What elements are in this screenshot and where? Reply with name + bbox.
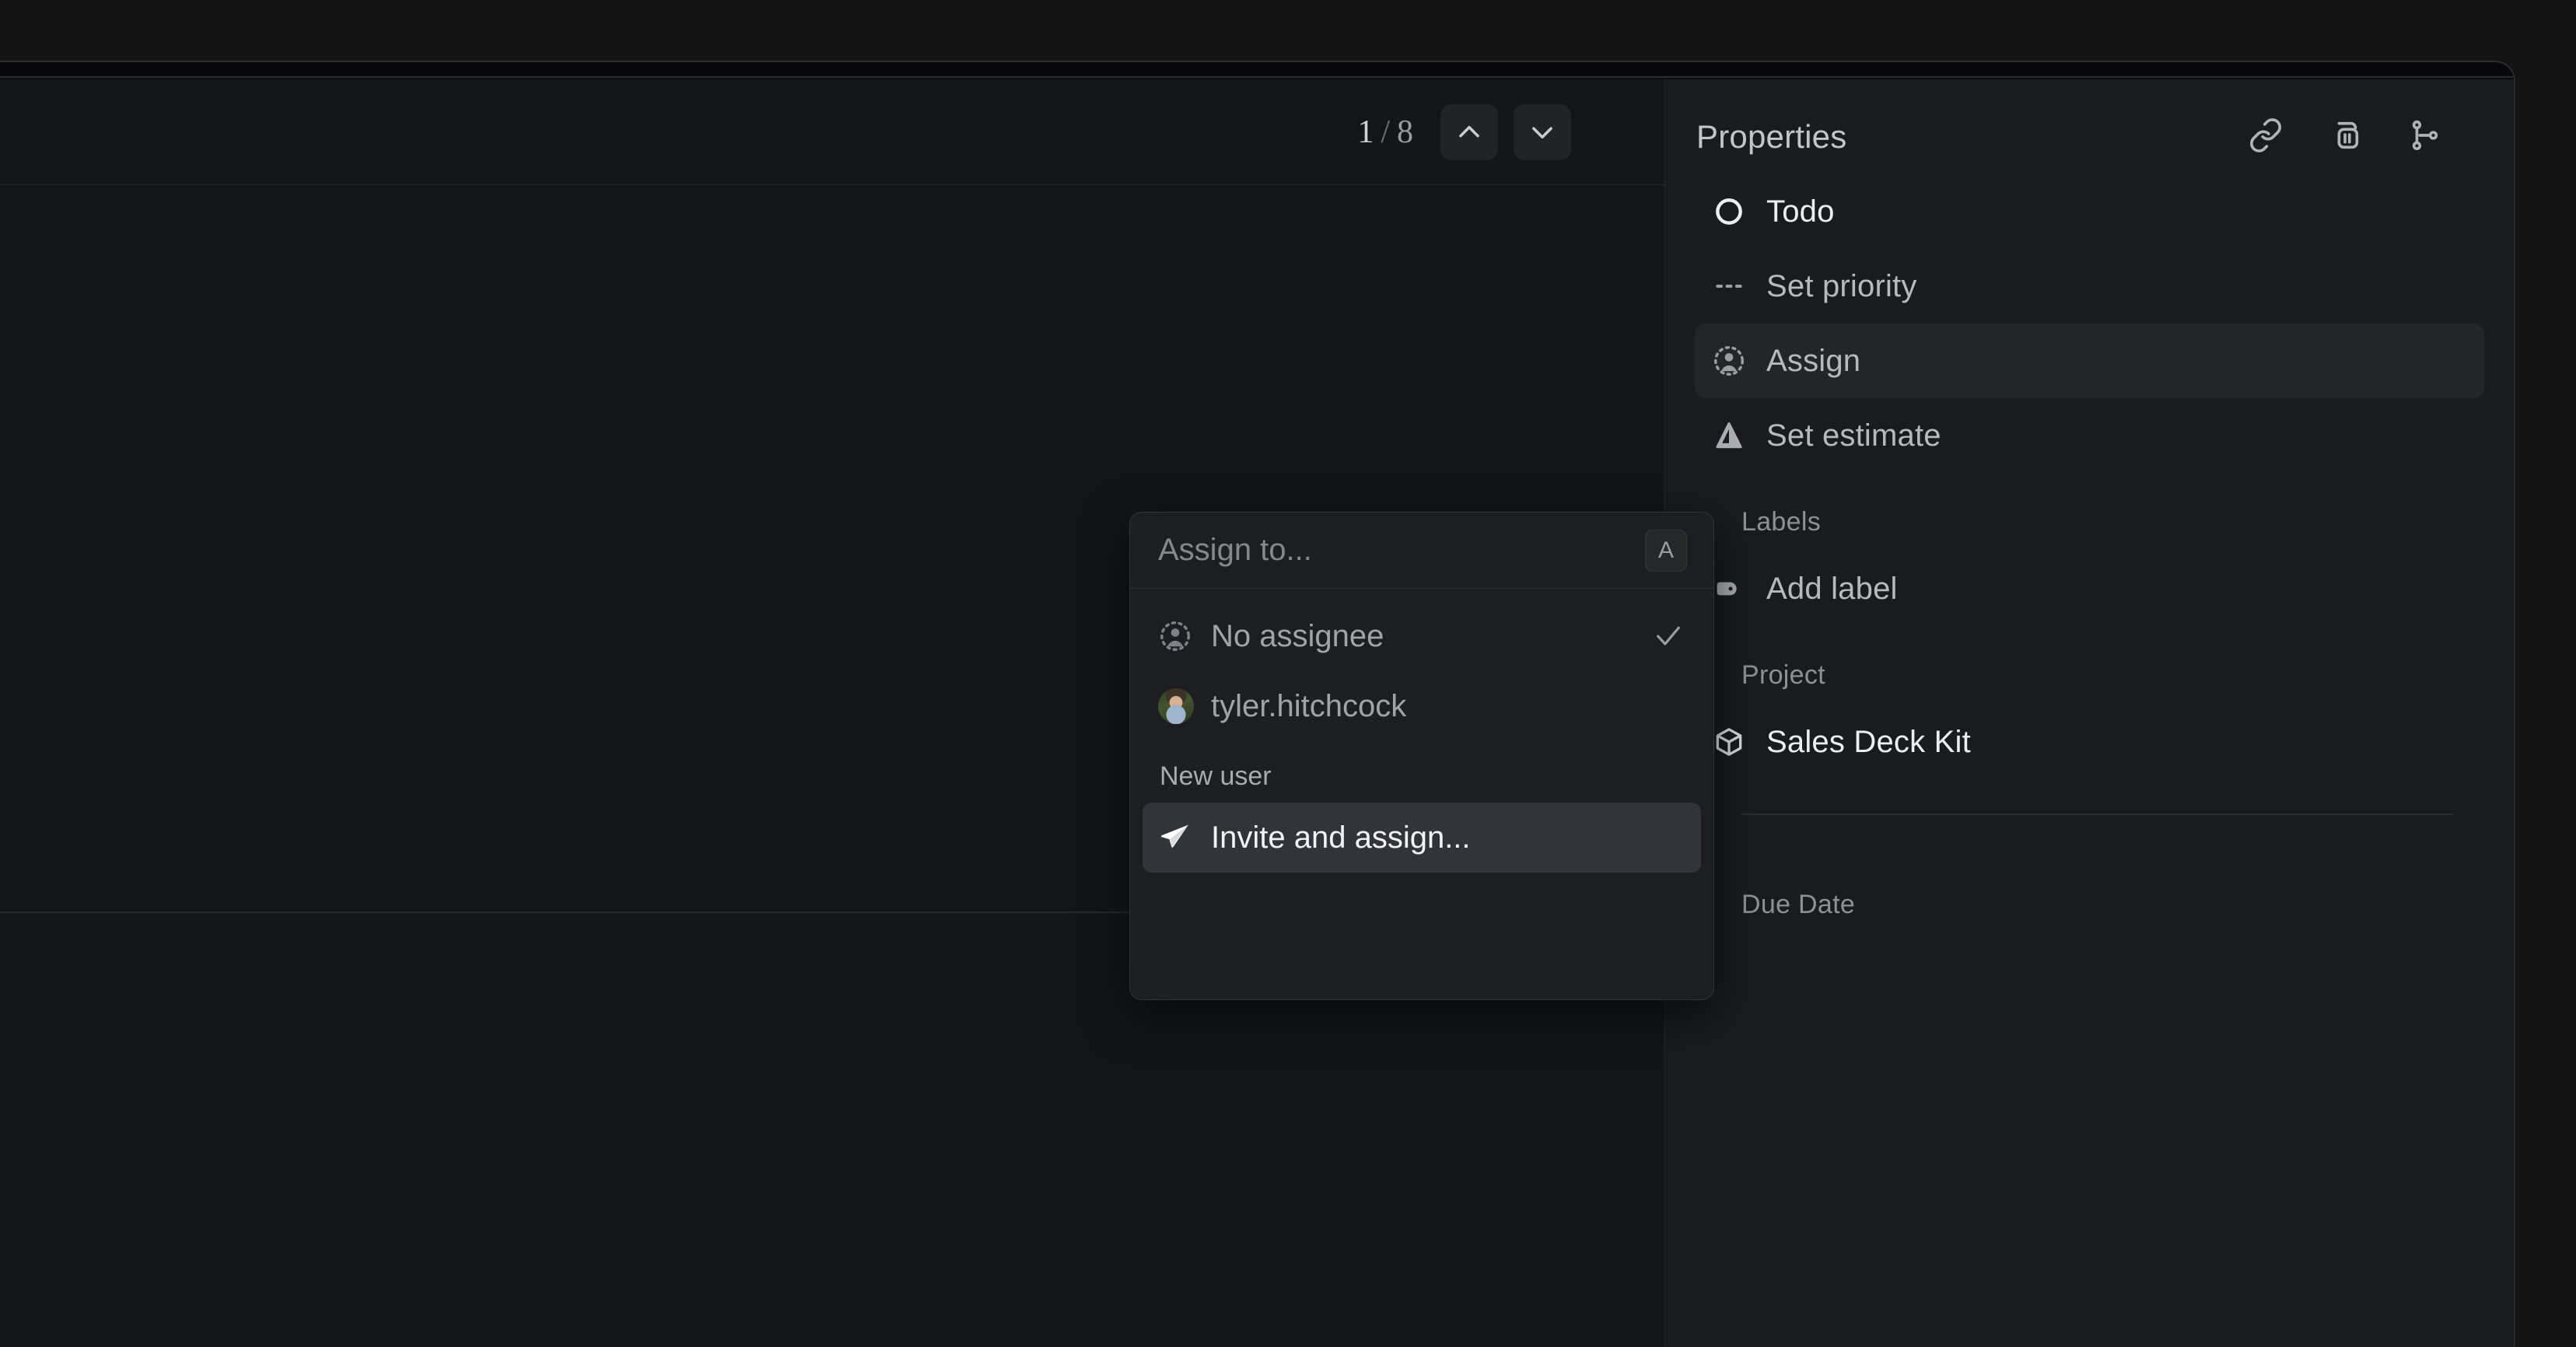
assignee-icon [1158,619,1195,653]
assignee-icon [1712,344,1752,378]
link-icon[interactable] [2248,117,2284,157]
property-label-assignee: Assign [1766,343,1861,378]
project-row[interactable]: Sales Deck Kit [1695,705,2484,779]
properties-list: Todo Set priority Assign Set estimate La… [1665,166,2514,920]
priority-none-icon [1712,269,1752,303]
user-avatar-image [1158,688,1194,724]
invite-and-assign-option[interactable]: Invite and assign... [1143,803,1701,873]
properties-title: Properties [1696,118,1847,155]
cube-icon [1712,725,1752,759]
property-label-priority: Set priority [1766,268,1917,303]
project-section-title: Project [1741,660,1825,690]
issue-pager-bar: 1/8 [0,79,1664,185]
project-name: Sales Deck Kit [1766,724,1971,759]
labels-section-title: Labels [1741,507,1821,537]
assignee-search-input[interactable] [1158,533,1645,568]
assignee-option-none[interactable]: No assignee [1143,601,1701,671]
assignee-option-label: No assignee [1211,618,1384,653]
pager-current: 1 [1357,114,1375,150]
window-inner: 1/8 Properties Todo Set priority Assign … [0,62,2514,1347]
chevron-down-icon [1528,117,1557,147]
avatar [1158,688,1195,724]
app-window: 1/8 Properties Todo Set priority Assign … [0,61,2515,1347]
properties-header: Properties [1665,79,2514,166]
status-todo-icon [1712,194,1752,229]
next-issue-button[interactable] [1514,103,1571,160]
chevron-up-icon [1454,117,1484,147]
git-branch-icon[interactable] [2406,117,2442,157]
property-row-assignee[interactable]: Assign [1695,324,2484,398]
properties-header-actions [2248,117,2442,157]
pager-total: 8 [1397,114,1414,150]
check-icon [1653,621,1684,652]
assignee-option-label: tyler.hitchcock [1211,688,1407,723]
new-user-section-title: New user [1160,761,1272,791]
due-date-section-title: Due Date [1741,889,1856,919]
previous-issue-button[interactable] [1440,103,1498,160]
invite-and-assign-label: Invite and assign... [1211,820,1471,855]
assignee-dropdown: A No assignee [1129,512,1714,1000]
pager-counter: 1/8 [1357,114,1414,151]
add-label-text: Add label [1766,571,1898,606]
add-label-row[interactable]: Add label [1695,551,2484,626]
send-icon [1158,820,1195,855]
properties-panel: Properties Todo Set priority Assign Set … [1664,79,2514,1347]
property-label-status: Todo [1766,194,1835,229]
property-row-estimate[interactable]: Set estimate [1695,398,2484,473]
shortcut-badge: A [1645,529,1687,572]
assignee-search-row: A [1130,513,1713,589]
assignee-option-user[interactable]: tyler.hitchcock [1143,671,1701,741]
assignee-options-list: No assignee tyler.hitchcock New user Inv… [1130,589,1713,873]
window-title-bar [0,62,2514,78]
property-row-status[interactable]: Todo [1695,174,2484,249]
estimate-icon [1712,418,1752,453]
property-label-estimate: Set estimate [1766,418,1941,453]
tag-icon [1712,572,1752,606]
copy-id-icon[interactable] [2327,117,2363,157]
pager-separator: / [1381,114,1391,150]
property-row-priority[interactable]: Set priority [1695,249,2484,324]
